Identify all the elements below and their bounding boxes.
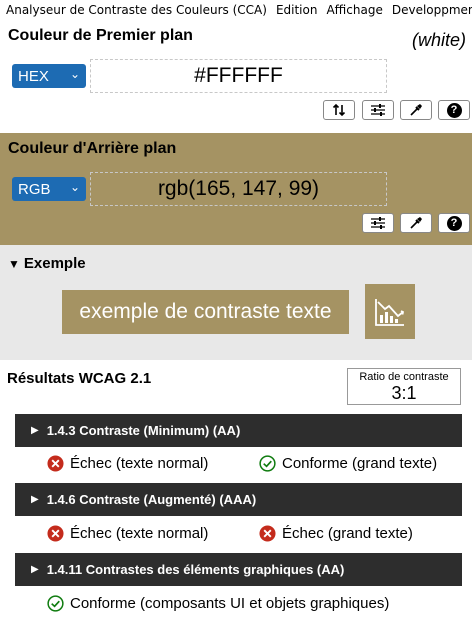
foreground-value-field[interactable]: #FFFFFF xyxy=(90,59,387,93)
foreground-section: Couleur de Premier plan (white) HEX ⌄ #F… xyxy=(0,20,472,133)
swap-colors-button[interactable] xyxy=(323,100,355,120)
menu-edition[interactable]: Edition xyxy=(276,3,318,17)
chevron-down-icon: ⌄ xyxy=(69,180,80,194)
foreground-format-select[interactable]: HEX ⌄ xyxy=(12,64,86,88)
criterion-label: 1.4.3 Contraste (Minimum) (AA) xyxy=(46,423,241,438)
criterion-1-4-11-toggle[interactable]: ▶ 1.4.11 Contrastes des éléments graphiqu… xyxy=(15,553,462,586)
contrast-graph-icon xyxy=(375,298,405,326)
menu-affichage[interactable]: Affichage xyxy=(326,3,382,17)
menu-app-title[interactable]: Analyseur de Contraste des Couleurs (CCA… xyxy=(6,3,267,17)
criterion-label: 1.4.6 Contraste (Augmenté) (AAA) xyxy=(46,492,257,507)
eyedropper-icon xyxy=(410,217,422,229)
criterion-1-4-3-toggle[interactable]: ▶ 1.4.3 Contraste (Minimum) (AA) xyxy=(15,414,462,447)
result-text: Échec (texte normal) xyxy=(70,525,209,542)
foreground-color-name: (white) xyxy=(411,30,466,50)
background-eyedropper-button[interactable] xyxy=(400,213,432,233)
foreground-format-value: HEX xyxy=(18,67,49,85)
background-value-field[interactable]: rgb(165, 147, 99) xyxy=(90,172,387,206)
contrast-ratio-label: Ratio de contraste xyxy=(359,371,449,383)
triangle-right-icon: ▶ xyxy=(31,494,39,505)
menu-developpment[interactable]: Developpment xyxy=(392,3,472,17)
background-section: Couleur d'Arrière plan RGB ⌄ rgb(165, 14… xyxy=(0,133,472,245)
background-format-select[interactable]: RGB ⌄ xyxy=(12,177,86,201)
fail-x-icon xyxy=(47,455,64,472)
pass-check-icon xyxy=(47,595,64,612)
result-item: Conforme (grand texte) xyxy=(259,455,437,472)
fail-x-icon xyxy=(259,525,276,542)
result-text: Échec (texte normal) xyxy=(70,455,209,472)
criterion-1-4-6-toggle[interactable]: ▶ 1.4.6 Contraste (Augmenté) (AAA) xyxy=(15,483,462,516)
example-title-label: Exemple xyxy=(23,255,86,272)
result-item: Conforme (composants UI et objets graphi… xyxy=(47,595,389,612)
triangle-down-icon: ▼ xyxy=(8,257,20,271)
foreground-help-button[interactable]: ? xyxy=(438,100,470,120)
menu-bar: Analyseur de Contraste des Couleurs (CCA… xyxy=(0,0,472,20)
background-sliders-button[interactable] xyxy=(362,213,394,233)
chevron-down-icon: ⌄ xyxy=(69,67,80,81)
example-section: ▼ Exemple exemple de contraste texte xyxy=(0,245,472,360)
result-text: Conforme (composants UI et objets graphi… xyxy=(70,595,390,612)
eyedropper-icon xyxy=(410,104,422,116)
criterion-label: 1.4.11 Contrastes des éléments graphique… xyxy=(46,562,345,577)
contrast-ratio-value: 3:1 xyxy=(391,383,417,403)
wcag-results-title: Résultats WCAG 2.1 xyxy=(7,370,152,387)
result-item: Échec (grand texte) xyxy=(259,525,413,542)
background-title: Couleur d'Arrière plan xyxy=(8,140,177,157)
sliders-icon xyxy=(371,217,385,229)
pass-check-icon xyxy=(259,455,276,472)
fail-x-icon xyxy=(47,525,64,542)
triangle-right-icon: ▶ xyxy=(31,564,39,575)
contrast-graph-button[interactable] xyxy=(365,284,415,339)
result-item: Échec (texte normal) xyxy=(47,525,208,542)
help-icon: ? xyxy=(446,215,462,231)
contrast-ratio-box: Ratio de contraste 3:1 xyxy=(347,368,461,405)
sliders-icon xyxy=(371,104,385,116)
foreground-eyedropper-button[interactable] xyxy=(400,100,432,120)
foreground-sliders-button[interactable] xyxy=(362,100,394,120)
result-text: Conforme (grand texte) xyxy=(282,455,438,472)
triangle-right-icon: ▶ xyxy=(31,425,39,436)
help-icon: ? xyxy=(446,102,462,118)
result-item: Échec (texte normal) xyxy=(47,455,208,472)
result-text: Échec (grand texte) xyxy=(282,525,413,542)
swap-arrows-icon xyxy=(332,103,346,117)
background-format-value: RGB xyxy=(18,180,51,198)
example-text-sample: exemple de contraste texte xyxy=(62,290,349,334)
background-help-button[interactable]: ? xyxy=(438,213,470,233)
foreground-title: Couleur de Premier plan xyxy=(8,27,193,44)
example-toggle[interactable]: ▼ Exemple xyxy=(8,255,86,272)
